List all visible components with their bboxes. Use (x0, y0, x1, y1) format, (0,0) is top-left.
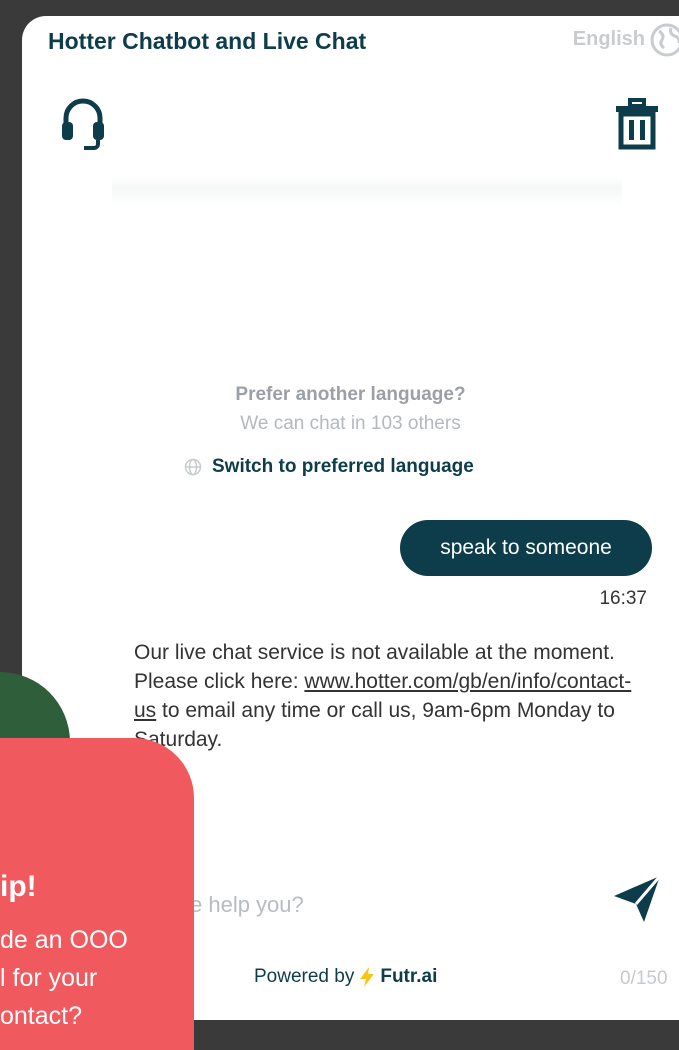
user-message-bubble: speak to someone (400, 520, 652, 576)
character-counter: 0/150 (620, 968, 668, 989)
language-selector-label[interactable]: English (573, 28, 645, 51)
tip-line-1: de an OOO (0, 926, 128, 954)
message-timestamp: 16:37 (599, 588, 647, 609)
switch-language-button[interactable]: Switch to preferred language (184, 456, 474, 478)
tip-title: ip! (0, 870, 37, 903)
tip-card[interactable]: ip! de an OOO l for your ontact? (0, 738, 194, 1050)
send-icon[interactable] (612, 874, 662, 926)
powered-by-label: Powered by (254, 966, 355, 987)
message-input[interactable]: e help you? (190, 892, 304, 918)
message-list-fade (112, 176, 622, 206)
headset-icon[interactable] (60, 96, 106, 150)
language-prompt-title: Prefer another language? (235, 384, 466, 405)
powered-by-brand[interactable]: Futr.ai (380, 966, 437, 988)
trash-icon[interactable] (614, 98, 660, 150)
switch-language-label: Switch to preferred language (212, 456, 474, 477)
language-prompt-subtitle: We can chat in 103 others (240, 413, 461, 434)
globe-small-icon (184, 458, 202, 476)
device-frame: Hotter Chatbot and Live Chat English Pre… (0, 0, 679, 1050)
lightning-icon (360, 967, 375, 987)
globe-icon[interactable] (649, 22, 679, 58)
user-message-text: speak to someone (440, 536, 612, 559)
chat-title: Hotter Chatbot and Live Chat (48, 28, 367, 54)
bot-message-text-end: to email any time or call us, 9am-6pm Mo… (134, 699, 615, 751)
powered-by: Powered by Futr.ai (254, 966, 437, 988)
tip-line-2: l for your (0, 964, 98, 992)
bot-message: Our live chat service is not available a… (134, 638, 634, 754)
tip-line-3: ontact? (0, 1002, 83, 1030)
